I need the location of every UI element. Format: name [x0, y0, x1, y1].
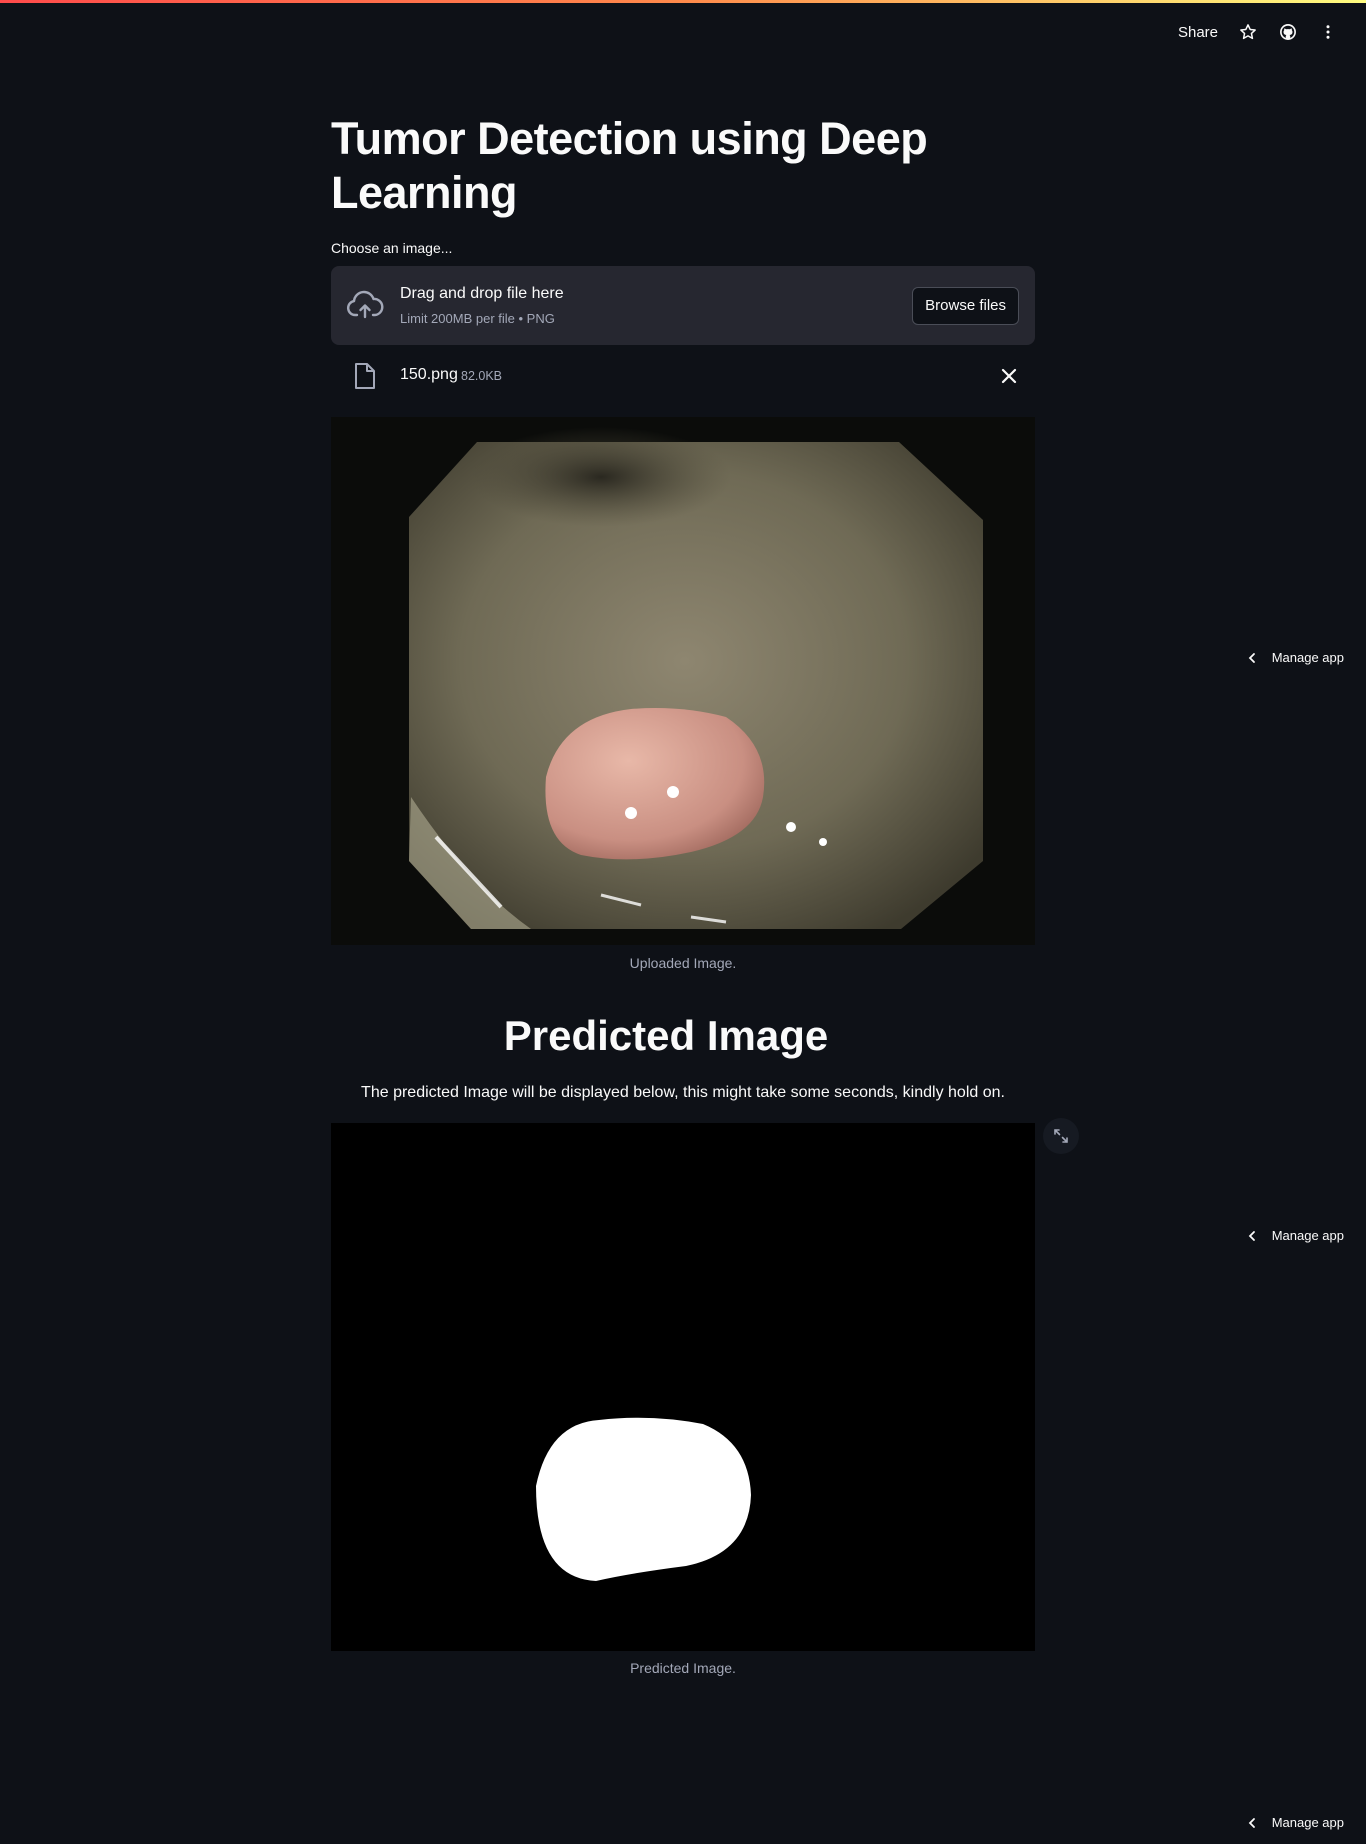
file-name: 150.png — [400, 366, 458, 383]
close-icon[interactable] — [999, 366, 1019, 386]
uploaded-image — [331, 417, 1035, 945]
dropzone-title: Drag and drop file here — [400, 285, 564, 302]
predicted-heading: Predicted Image — [503, 1012, 829, 1059]
chevron-left-icon — [1248, 1230, 1255, 1241]
dropzone-limit-text: Limit 200MB per file • PNG — [400, 311, 555, 326]
manage-app-button[interactable]: Manage app — [1246, 650, 1344, 665]
predicted-image-caption: Predicted Image. — [630, 1660, 736, 1676]
file-size: 82.0KB — [461, 369, 503, 383]
share-button[interactable]: Share — [1178, 24, 1218, 41]
app-header-toolbar: Share — [1178, 22, 1338, 42]
uploader-label: Choose an image... — [331, 240, 453, 256]
page-title: Tumor Detection using Deep Learning — [331, 113, 928, 218]
manage-app-button[interactable]: Manage app — [1246, 1228, 1344, 1243]
uploaded-image-caption: Uploaded Image. — [629, 955, 737, 971]
predicted-description: The predicted Image will be displayed be… — [361, 1084, 1005, 1101]
github-icon[interactable] — [1278, 22, 1298, 42]
uploaded-file-row: 150.png 82.0KB — [331, 358, 1035, 394]
chevron-left-icon — [1248, 652, 1255, 663]
chevron-left-icon — [1248, 1817, 1255, 1828]
file-dropzone[interactable]: Drag and drop file here Limit 200MB per … — [331, 266, 1035, 345]
fullscreen-button[interactable] — [1043, 1118, 1079, 1154]
manage-app-button[interactable]: Manage app — [1246, 1815, 1344, 1830]
manage-app-label: Manage app — [1271, 650, 1344, 665]
predicted-image — [331, 1123, 1035, 1651]
cloud-upload-icon — [346, 290, 384, 319]
browse-files-button[interactable]: Browse files — [912, 287, 1019, 325]
expand-icon — [1054, 1129, 1068, 1143]
file-icon — [355, 363, 375, 389]
star-icon[interactable] — [1238, 22, 1258, 42]
manage-app-label: Manage app — [1271, 1228, 1344, 1243]
manage-app-label: Manage app — [1271, 1815, 1344, 1830]
more-vertical-icon[interactable] — [1318, 22, 1338, 42]
top-decoration-bar — [0, 0, 1366, 3]
